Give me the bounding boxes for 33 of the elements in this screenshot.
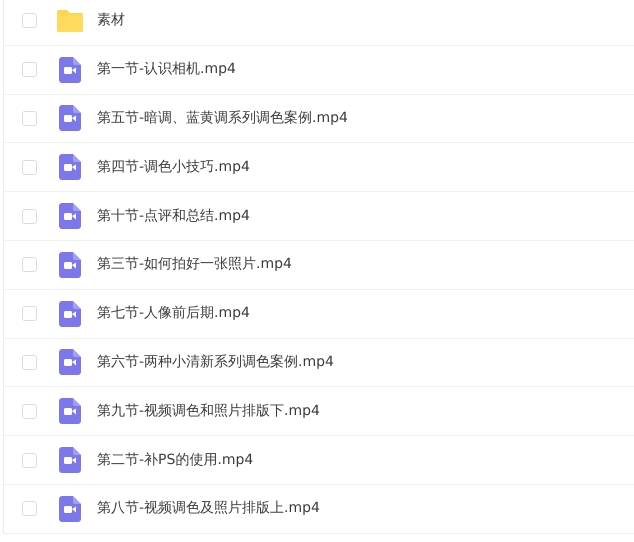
checkbox[interactable] [22, 62, 37, 78]
file-name[interactable]: 第二节-补PS的使用.mp4 [97, 450, 254, 471]
checkbox[interactable] [22, 110, 37, 126]
folder-name[interactable]: 素材 [97, 10, 125, 32]
file-name[interactable]: 第五节-暗调、蓝黄调系列调色案例.mp4 [97, 108, 348, 129]
file-name[interactable]: 第六节-两种小清新系列调色案例.mp4 [97, 352, 334, 373]
video-file-icon [59, 398, 81, 424]
video-file-icon [59, 203, 81, 230]
file-name[interactable]: 第七节-人像前后期.mp4 [97, 303, 250, 324]
checkbox[interactable] [22, 208, 37, 224]
checkbox[interactable] [22, 501, 37, 516]
video-file-icon [59, 56, 81, 83]
checkbox[interactable] [22, 404, 37, 419]
file-name[interactable]: 第八节-视频调色及照片排版上.mp4 [97, 498, 320, 520]
checkbox[interactable] [22, 452, 37, 468]
video-file-icon [59, 105, 81, 132]
video-file-icon [59, 447, 81, 474]
file-name[interactable]: 第十节-点评和总结.mp4 [97, 206, 250, 227]
video-file-icon [59, 300, 81, 327]
folder-icon [56, 10, 84, 32]
checkbox[interactable] [22, 13, 37, 28]
video-file-icon [59, 154, 81, 180]
checkbox[interactable] [22, 160, 37, 175]
video-file-icon [59, 496, 81, 522]
file-name[interactable]: 第九节-视频调色和照片排版下.mp4 [97, 400, 320, 422]
video-file-icon [59, 349, 81, 376]
checkbox[interactable] [22, 257, 37, 272]
file-name[interactable]: 第四节-调色小技巧.mp4 [97, 156, 250, 178]
checkbox[interactable] [22, 354, 37, 370]
file-name[interactable]: 第三节-如何拍好一张照片.mp4 [97, 254, 292, 276]
file-name[interactable]: 第一节-认识相机.mp4 [97, 59, 236, 80]
checkbox[interactable] [22, 306, 37, 322]
video-file-icon [59, 252, 81, 278]
